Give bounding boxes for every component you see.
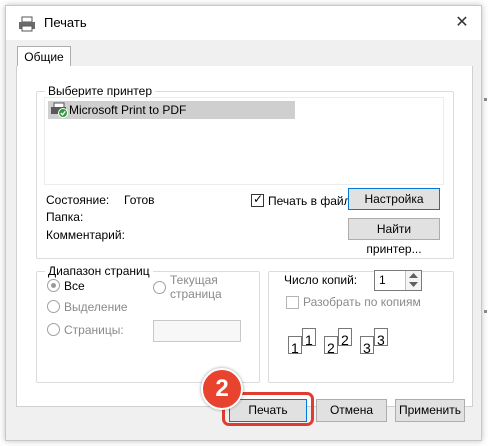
printer-list[interactable]: Microsoft Print to PDF — [44, 97, 444, 185]
tab-label: Общие — [24, 50, 64, 64]
collate-page: 2 — [324, 336, 338, 356]
close-icon: ✕ — [455, 14, 469, 31]
select-printer-legend: Выберите принтер — [45, 84, 155, 98]
printer-name: Microsoft Print to PDF — [69, 103, 187, 117]
print-to-file-checkbox[interactable]: ✓ — [251, 192, 264, 207]
printer-icon — [19, 16, 35, 32]
copies-group — [268, 271, 454, 383]
edge-mark — [484, 98, 487, 101]
radio-current-page[interactable] — [153, 281, 166, 294]
radio-selection-label: Выделение — [64, 300, 128, 314]
folder-label: Папка: — [46, 210, 84, 224]
current-page-line2: страница — [170, 287, 222, 301]
copies-label: Число копий: — [284, 273, 358, 287]
title-bar: Печать ✕ — [6, 6, 481, 40]
collate-page: 2 — [338, 328, 352, 348]
copies-spinner[interactable]: 1 — [374, 270, 422, 291]
window-title: Печать — [44, 15, 87, 30]
status-value: Готов — [124, 193, 155, 207]
apply-button[interactable]: Применить — [395, 399, 465, 422]
radio-pages-label: Страницы: — [64, 323, 124, 337]
cancel-button-label: Отмена — [329, 403, 374, 417]
current-page-line1: Текущая — [170, 273, 218, 287]
settings-button[interactable]: Настройка — [348, 188, 440, 210]
pages-input[interactable] — [153, 320, 241, 342]
radio-all-label: Все — [64, 279, 85, 293]
status-label: Состояние: — [46, 193, 110, 207]
find-printer-button-label: Найти принтер... — [366, 222, 422, 256]
print-to-file-label: Печать в файл — [268, 194, 351, 208]
spin-up-icon — [409, 273, 418, 278]
close-button[interactable]: ✕ — [451, 12, 473, 34]
collate-page: 1 — [288, 336, 302, 356]
edge-mark — [484, 310, 487, 313]
check-icon: ✓ — [253, 192, 264, 206]
collate-page: 1 — [302, 328, 316, 348]
settings-button-label: Настройка — [364, 192, 424, 206]
spin-down-icon — [409, 282, 418, 287]
comment-label: Комментарий: — [46, 228, 125, 242]
cancel-button[interactable]: Отмена — [316, 399, 387, 422]
radio-selection[interactable] — [47, 300, 60, 313]
find-printer-button[interactable]: Найти принтер... — [348, 218, 440, 256]
radio-current-page-label: Текущая страница — [170, 273, 222, 301]
collate-label: Разобрать по копиям — [303, 295, 421, 309]
spinner-buttons[interactable] — [405, 271, 421, 290]
collate-checkbox[interactable] — [286, 296, 299, 309]
page-range-legend: Диапазон страниц — [45, 264, 153, 278]
collate-illustration-icon: 1 1 2 2 3 3 — [288, 328, 398, 358]
apply-button-label: Применить — [398, 403, 461, 417]
radio-all[interactable] — [47, 279, 60, 292]
tab-general[interactable]: Общие — [17, 46, 71, 68]
pdf-printer-icon — [51, 102, 68, 118]
collate-page: 3 — [374, 328, 388, 348]
step-badge: 2 — [201, 368, 243, 410]
copies-value: 1 — [379, 273, 386, 287]
printer-list-item[interactable]: Microsoft Print to PDF — [48, 101, 295, 119]
collate-page: 3 — [360, 336, 374, 356]
radio-pages[interactable] — [47, 323, 60, 336]
radio-selected-dot — [51, 283, 56, 288]
